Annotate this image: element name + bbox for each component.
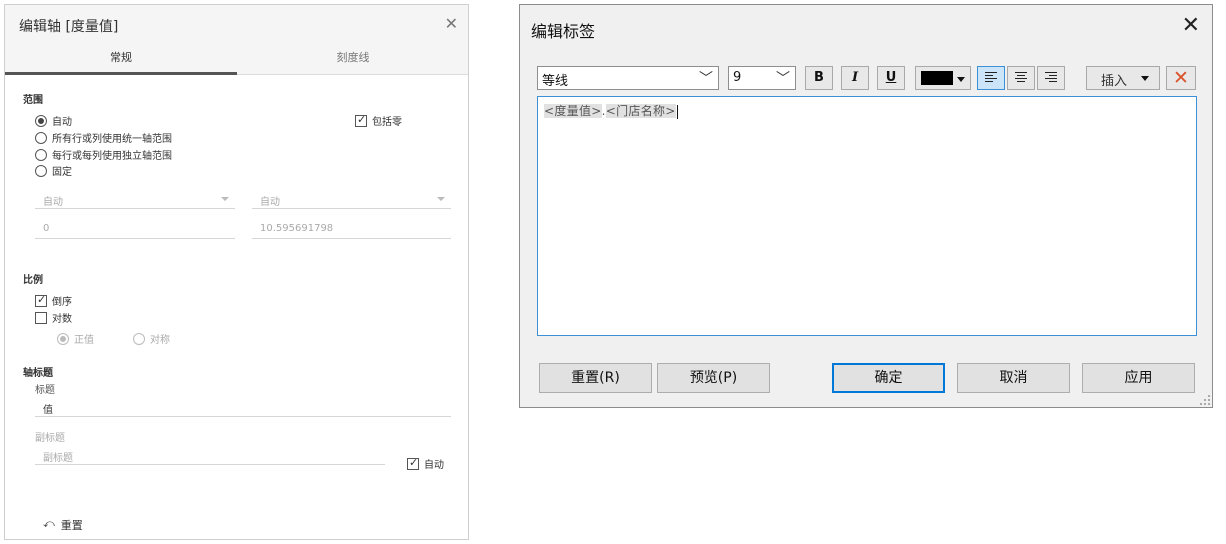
- chevron-down-icon: ﹀: [776, 71, 790, 87]
- tab-tick-marks[interactable]: 刻度线: [237, 45, 469, 75]
- reversed-checkbox[interactable]: 倒序: [35, 293, 72, 308]
- align-left-icon: [985, 72, 997, 82]
- include-zero-checkbox[interactable]: 包括零: [355, 113, 402, 128]
- tab-general[interactable]: 常规: [5, 45, 237, 75]
- preview-button[interactable]: 预览(P): [657, 363, 770, 393]
- radio-icon[interactable]: [133, 332, 145, 345]
- checkbox-icon[interactable]: [355, 113, 367, 127]
- edit-label-dialog: 编辑标签 ✕ 等线 ﹀ 9 ﹀ B I U 插入 ✕ <度量值>.<门店名称> …: [519, 4, 1213, 408]
- reset-link[interactable]: ⤺ 重置: [43, 517, 83, 533]
- font-family-select[interactable]: 等线 ﹀: [537, 66, 719, 90]
- chevron-down-icon: [221, 197, 229, 201]
- axis-panel-header: 编辑轴 [度量值] ✕: [5, 5, 468, 45]
- radio-icon[interactable]: [35, 148, 47, 161]
- range-end-input[interactable]: 10.595691798: [252, 219, 451, 239]
- range-start-value: 0: [43, 223, 50, 234]
- font-family-value: 等线: [542, 74, 569, 89]
- title-input-value: 值: [43, 405, 53, 416]
- undo-icon: ⤺: [43, 517, 55, 530]
- subtitle-input-placeholder: 副标题: [43, 453, 73, 464]
- logarithmic-checkbox[interactable]: 对数: [35, 310, 72, 325]
- subtitle-label: 副标题: [35, 429, 65, 444]
- positive-label: 正值: [74, 335, 94, 346]
- title-label-text: 标题: [35, 385, 55, 396]
- radio-icon[interactable]: [35, 114, 47, 127]
- close-x-icon: ✕: [1173, 67, 1189, 89]
- range-auto-option[interactable]: 自动: [35, 113, 72, 128]
- clear-button[interactable]: ✕: [1166, 66, 1196, 90]
- label-text-editor[interactable]: <度量值>.<门店名称>: [537, 96, 1197, 336]
- range-heading: 范围: [23, 95, 43, 106]
- align-left-button[interactable]: [977, 66, 1005, 90]
- edit-axis-panel: 编辑轴 [度量值] ✕ 常规 刻度线 范围 自动 所有行或列使用统一轴范围 每行…: [4, 4, 469, 540]
- underline-button[interactable]: U: [877, 66, 905, 90]
- reset-label: 重置: [60, 519, 83, 532]
- radio-icon[interactable]: [35, 131, 47, 144]
- caret-down-icon: [957, 77, 965, 82]
- subtitle-auto-label: 自动: [424, 460, 444, 471]
- include-zero-label: 包括零: [372, 117, 402, 128]
- font-size-select[interactable]: 9 ﹀: [728, 66, 796, 90]
- subtitle-auto-checkbox[interactable]: 自动: [407, 456, 444, 471]
- subtitle-label-text: 副标题: [35, 433, 65, 444]
- checkbox-icon[interactable]: [35, 311, 47, 324]
- axis-tabs: 常规 刻度线: [5, 45, 468, 75]
- range-start-input[interactable]: 0: [35, 219, 235, 239]
- editor-content: <度量值>.<门店名称>: [544, 102, 678, 119]
- axis-titles-heading: 轴标题: [23, 368, 53, 379]
- positive-option[interactable]: 正值: [57, 331, 94, 346]
- dialog-title: 编辑标签: [531, 22, 596, 41]
- range-independent-label: 每行或每列使用独立轴范围: [52, 151, 172, 162]
- resize-grip-icon[interactable]: [1200, 395, 1210, 405]
- align-right-button[interactable]: [1037, 66, 1065, 90]
- align-right-icon: [1045, 72, 1057, 82]
- range-fixed-label: 固定: [52, 167, 72, 178]
- chevron-down-icon: ﹀: [699, 71, 713, 87]
- apply-button[interactable]: 应用: [1082, 363, 1195, 393]
- close-icon[interactable]: ✕: [1182, 13, 1200, 38]
- logarithmic-label: 对数: [52, 314, 72, 325]
- range-end-value: 10.595691798: [260, 223, 334, 234]
- field-token-measure-value[interactable]: <度量值>: [544, 104, 602, 118]
- italic-button[interactable]: I: [841, 66, 869, 90]
- color-swatch: [921, 71, 953, 85]
- checkbox-icon[interactable]: [407, 456, 419, 470]
- symmetric-label: 对称: [150, 335, 170, 346]
- radio-icon[interactable]: [57, 332, 69, 345]
- range-auto-label: 自动: [52, 117, 72, 128]
- title-label: 标题: [35, 381, 55, 396]
- reversed-label: 倒序: [52, 297, 72, 308]
- range-start-dropdown-value: 自动: [43, 197, 63, 208]
- field-token-store-name[interactable]: <门店名称>: [605, 104, 676, 118]
- radio-icon[interactable]: [35, 164, 47, 177]
- title-input[interactable]: 值: [35, 397, 451, 417]
- range-uniform-label: 所有行或列使用统一轴范围: [52, 134, 172, 145]
- range-start-dropdown[interactable]: 自动: [35, 189, 235, 209]
- insert-button[interactable]: 插入: [1086, 66, 1160, 90]
- range-fixed-option[interactable]: 固定: [35, 163, 72, 178]
- scale-heading: 比例: [23, 275, 43, 286]
- caret-down-icon: [1141, 76, 1149, 81]
- text-color-button[interactable]: [915, 66, 971, 90]
- insert-label: 插入: [1101, 74, 1128, 89]
- close-icon[interactable]: ✕: [445, 14, 458, 33]
- ok-button[interactable]: 确定: [832, 363, 945, 393]
- chevron-down-icon: [437, 197, 445, 201]
- cancel-button[interactable]: 取消: [957, 363, 1070, 393]
- range-independent-option[interactable]: 每行或每列使用独立轴范围: [35, 147, 172, 162]
- range-end-dropdown[interactable]: 自动: [252, 189, 451, 209]
- text-cursor: [676, 104, 678, 119]
- align-center-button[interactable]: [1007, 66, 1035, 90]
- axis-panel-title: 编辑轴 [度量值]: [19, 19, 119, 35]
- bold-button[interactable]: B: [805, 66, 833, 90]
- checkbox-icon[interactable]: [35, 293, 47, 307]
- subtitle-input[interactable]: 副标题: [35, 445, 385, 465]
- reset-button[interactable]: 重置(R): [539, 363, 652, 393]
- symmetric-option[interactable]: 对称: [133, 331, 170, 346]
- align-center-icon: [1015, 72, 1027, 82]
- range-end-dropdown-value: 自动: [260, 197, 280, 208]
- font-size-value: 9: [733, 70, 742, 85]
- range-uniform-option[interactable]: 所有行或列使用统一轴范围: [35, 130, 172, 145]
